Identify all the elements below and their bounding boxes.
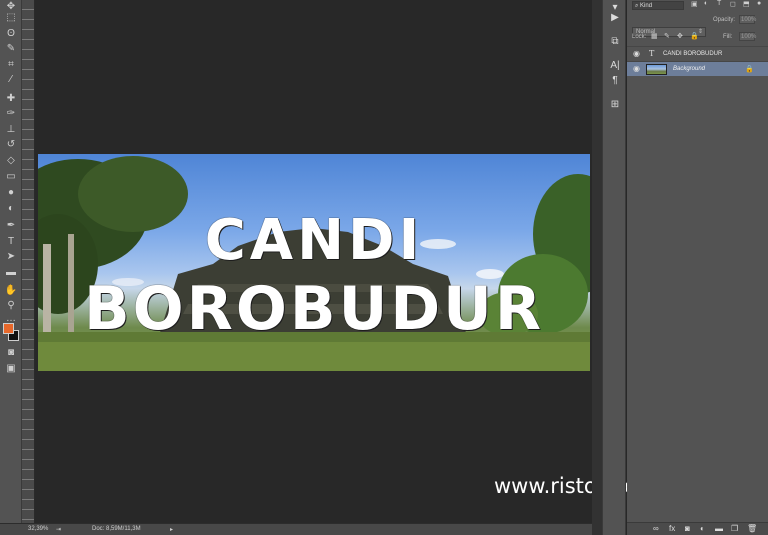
history-brush-tool-icon[interactable]: ↺ [2,138,20,152]
blur-tool-icon[interactable]: ● [2,186,20,200]
brush-tool-icon[interactable]: ✑ [2,107,20,121]
link-layers-icon[interactable]: ∞ [653,525,659,533]
character-panel-icon[interactable]: A| [607,58,623,72]
visibility-eye-icon[interactable]: ◉ [633,65,641,73]
hand-tool-icon[interactable]: ✋ [2,284,20,298]
dodge-tool-icon[interactable]: ◐ [2,202,20,216]
tools-panel: ✥ ⬚ ʘ ✎ ⌗ ⁄ ✚ ✑ ⊥ ↺ ◇ ▭ ● ◐ ✒ T ➤ ▬ ✋ ⚲ … [0,0,22,523]
layer-row-text[interactable]: ◉ T CANDI BOROBUDUR [627,46,768,61]
marquee-tool-icon[interactable]: ⬚ [2,11,20,25]
layer-style-icon[interactable]: fx [669,525,675,533]
doc-size-info: Doc: 8,59M/11,3M [92,526,141,532]
foreground-color-swatch[interactable] [3,323,14,334]
status-menu-arrow-icon[interactable]: ▸ [170,526,173,533]
layer-lock-icon: 🔒 [745,66,754,73]
fill-field[interactable]: 100% [739,32,756,41]
new-layer-icon[interactable]: ❐ [731,525,738,533]
filter-toggle-icon[interactable]: ● [757,0,761,7]
layer-name: Background [673,66,706,72]
layer-thumbnail [646,64,667,75]
layers-panel-footer: ∞ fx ◙ ◐ ▬ ❐ 🗑 [627,522,768,535]
quick-mask-icon[interactable]: ◙ [2,346,20,360]
vertical-ruler[interactable] [22,0,35,523]
visibility-eye-icon[interactable]: ◉ [633,50,641,58]
opacity-field[interactable]: 100% [739,15,756,24]
clone-source-icon[interactable]: ⧉ [607,34,623,48]
new-group-icon[interactable]: ▬ [715,525,723,533]
lock-label: Lock: [632,34,647,40]
filter-adjustment-icon[interactable]: ◐ [704,0,708,7]
quick-select-tool-icon[interactable]: ✎ [2,42,20,56]
pen-tool-icon[interactable]: ✒ [2,219,20,233]
lock-image-icon[interactable]: ✎ [664,32,670,40]
filter-shape-icon[interactable]: ◻ [730,0,736,8]
path-select-tool-icon[interactable]: ➤ [2,250,20,264]
lock-transparent-icon[interactable]: ▦ [651,32,658,40]
layer-name: CANDI BOROBUDUR [663,51,723,57]
headline-candi: CANDI [204,208,424,273]
screen-mode-icon[interactable]: ▣ [2,362,20,376]
panel-divider[interactable] [592,0,602,535]
eraser-tool-icon[interactable]: ◇ [2,154,20,168]
headline-borobudur: BOROBUDUR [83,274,545,344]
delete-layer-icon[interactable]: 🗑 [747,525,757,533]
collapsed-panels-strip: ▾ ▶ ⧉ A| ¶ ⊞ [602,0,626,535]
filter-type-icon[interactable]: T [717,0,721,7]
share-icon[interactable]: ⇥ [56,526,61,533]
shape-tool-icon[interactable]: ▬ [2,266,20,280]
layers-panel: ⌕ Kind ▣ ◐ T ◻ ⬒ ● Normal ⇕ Opacity: 100%… [627,0,768,535]
zoom-level[interactable]: 32,39% [28,526,48,532]
healing-brush-tool-icon[interactable]: ✚ [2,92,20,106]
clone-stamp-tool-icon[interactable]: ⊥ [2,123,20,137]
borobudur-photo[interactable]: CANDI BOROBUDUR [38,154,590,371]
lasso-tool-icon[interactable]: ʘ [2,27,20,41]
eyedropper-tool-icon[interactable]: ⁄ [2,73,20,87]
paragraph-panel-icon[interactable]: ¶ [607,73,623,87]
filter-smart-icon[interactable]: ⬒ [743,0,750,8]
text-layer-icon: T [649,49,655,58]
properties-panel-icon[interactable]: ⊞ [607,97,623,111]
zoom-tool-icon[interactable]: ⚲ [2,299,20,313]
filter-pixel-icon[interactable]: ▣ [691,0,698,8]
add-mask-icon[interactable]: ◙ [685,525,690,533]
actions-play-icon[interactable]: ▶ [607,10,623,24]
fill-label: Fill: [723,34,733,40]
opacity-label: Opacity: [713,17,736,23]
layer-row-background[interactable]: ◉ Background 🔒 [627,61,768,76]
status-bar: 32,39% ⇥ Doc: 8,59M/11,3M ▸ [0,523,596,535]
lock-position-icon[interactable]: ✥ [677,32,683,40]
type-tool-icon[interactable]: T [2,235,20,249]
lock-all-icon[interactable]: 🔒 [690,32,699,40]
crop-tool-icon[interactable]: ⌗ [2,58,20,72]
layer-filter-kind[interactable]: ⌕ Kind [632,1,684,10]
adjustment-layer-icon[interactable]: ◐ [700,525,705,533]
gradient-tool-icon[interactable]: ▭ [2,170,20,184]
filter-kind-label: Kind [640,3,653,9]
